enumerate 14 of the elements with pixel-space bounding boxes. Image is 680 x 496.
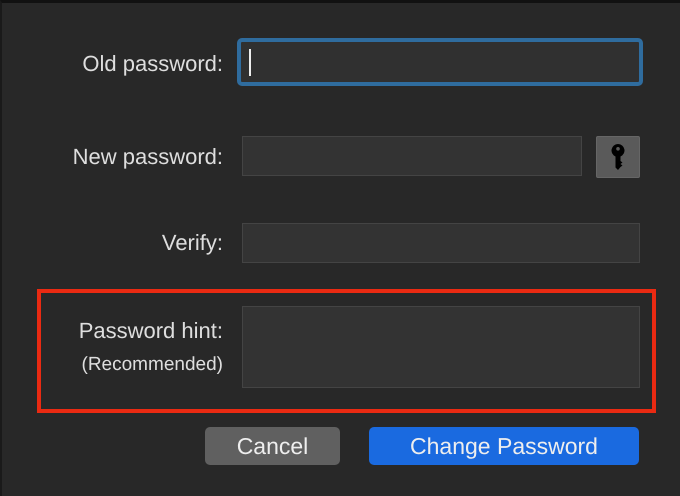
field-label: Password hint: xyxy=(78,316,223,344)
field-label: Verify: xyxy=(162,229,223,257)
cancel-button[interactable]: Cancel xyxy=(205,427,340,465)
text-cursor xyxy=(249,49,251,76)
password-field[interactable] xyxy=(242,136,582,176)
key-icon xyxy=(611,144,625,170)
password-field[interactable] xyxy=(242,223,640,263)
key-button[interactable] xyxy=(596,136,640,178)
hint-field[interactable] xyxy=(242,306,640,388)
password-field[interactable] xyxy=(237,38,643,86)
field-label: New password: xyxy=(72,143,223,171)
change-password-button[interactable]: Change Password xyxy=(369,427,639,465)
field-sublabel: (Recommended) xyxy=(82,352,223,376)
field-label: Old password: xyxy=(82,50,223,78)
